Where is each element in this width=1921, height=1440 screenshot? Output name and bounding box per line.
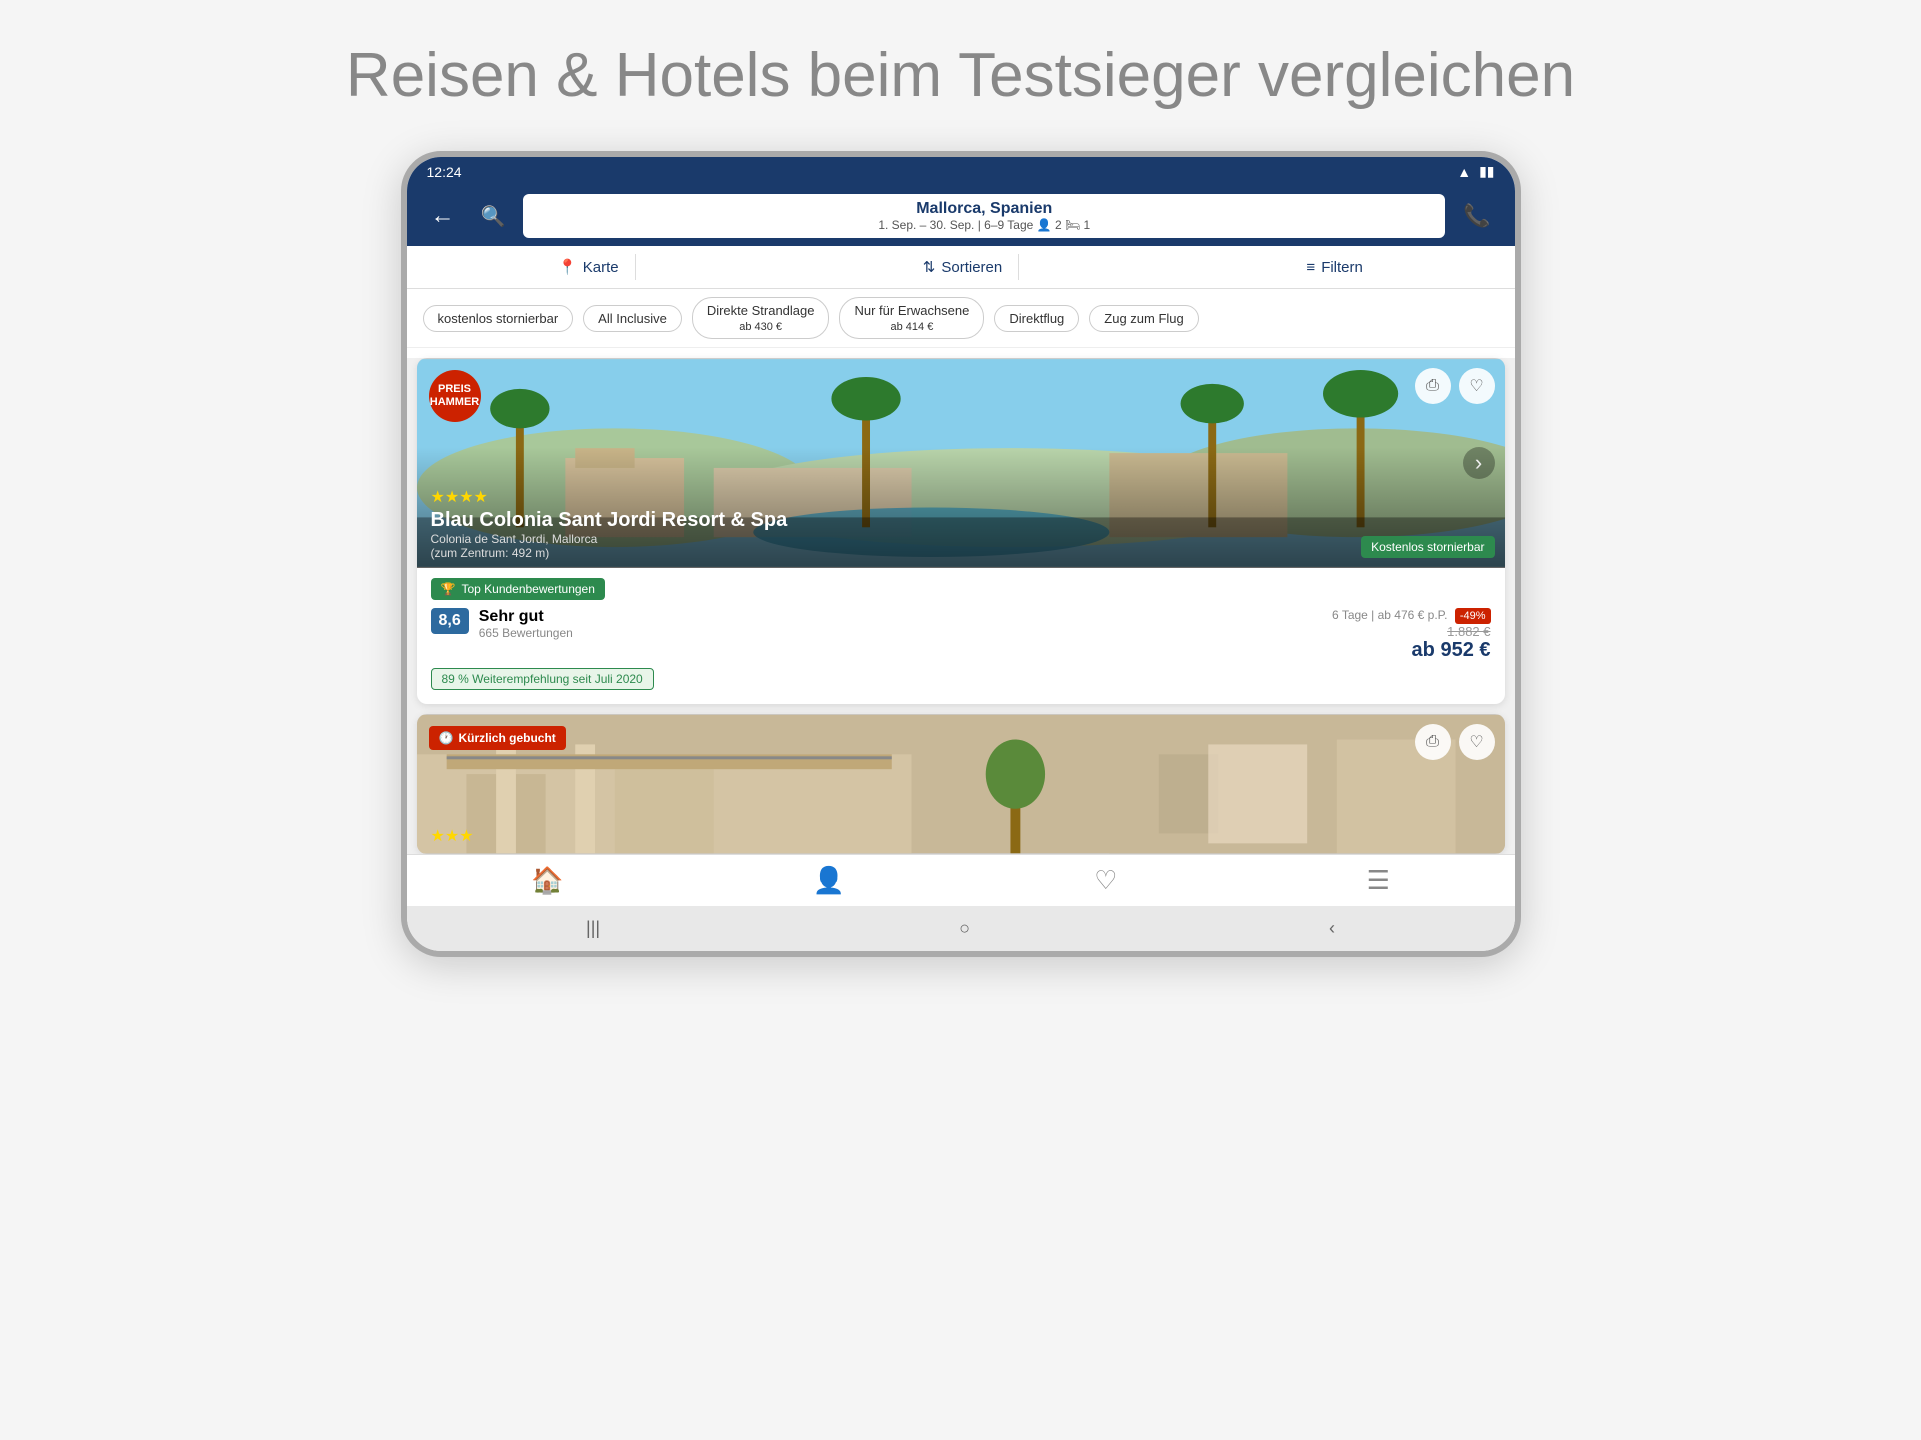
status-time: 12:24 [427,164,462,180]
hotel-actions-1: ⎙ ♡ [1415,368,1495,404]
preis-hammer-badge: PREISHAMMER [429,370,481,422]
sort-icon: ⇅ [923,258,936,276]
top-award-label: Top Kundenbewertungen [461,582,594,596]
destination-selector[interactable]: Mallorca, Spanien 1. Sep. – 30. Sep. | 6… [523,194,1445,238]
nav-bar: ← 🔍 Mallorca, Spanien 1. Sep. – 30. Sep.… [407,186,1515,246]
hotel-name-1: Blau Colonia Sant Jordi Resort & Spa [431,509,1491,532]
destination-subtitle: 1. Sep. – 30. Sep. | 6–9 Tage 👤 2 🛏 1 [535,218,1433,232]
rating-label-1: Sehr gut [479,608,544,625]
quick-filter-zug[interactable]: Zug zum Flug [1089,305,1198,332]
rating-left-1: 8,6 Sehr gut 665 Bewertungen [431,608,573,640]
status-bar: 12:24 ▲ ▮▮ [407,157,1515,186]
favorite-button-1[interactable]: ♡ [1459,368,1495,404]
price-days-1: 6 Tage | ab 476 € p.P. -49% [1332,608,1490,622]
quick-filter-stornierbar[interactable]: kostenlos stornierbar [423,305,574,332]
destination-title: Mallorca, Spanien [535,200,1433,218]
kurzlich-label: Kürzlich gebucht [458,731,555,745]
map-label: Karte [583,259,619,276]
new-price-1: ab 952 € [1332,639,1490,662]
trophy-icon: 🏆 [441,582,456,596]
sort-filter[interactable]: ⇅ Sortieren [907,254,1019,280]
rating-row-1: 8,6 Sehr gut 665 Bewertungen 6 Tage | ab… [431,608,1491,662]
hotel-image-1: PREISHAMMER ⎙ ♡ › ★★★★ Blau Colonia Sant… [417,358,1505,568]
status-icons: ▲ ▮▮ [1457,163,1494,180]
page-headline: Reisen & Hotels beim Testsieger vergleic… [346,40,1575,111]
share-button-2[interactable]: ⎙ [1415,724,1451,760]
android-home-button[interactable]: ○ [959,918,970,939]
home-icon: 🏠 [531,865,563,896]
hotel-actions-2: ⎙ ♡ [1415,724,1495,760]
filter-label: Filtern [1321,259,1363,276]
android-recent-button[interactable]: ||| [586,918,600,939]
share-button-1[interactable]: ⎙ [1415,368,1451,404]
filter-icon: ≡ [1306,259,1315,276]
bottom-nav-account[interactable]: 👤 [813,865,845,896]
old-price-1: 1.882 € [1332,624,1490,639]
back-button[interactable]: ← [423,198,463,234]
hotel-stars-1: ★★★★ [431,487,1491,507]
kurzlich-badge-2: 🕐 Kürzlich gebucht [429,726,566,750]
heart-icon: ♡ [1094,865,1117,896]
rating-score-1: 8,6 [431,608,469,634]
recommendation-badge-1: 89 % Weiterempfehlung seit Juli 2020 [431,668,654,690]
hotel-card-2[interactable]: 🕐 Kürzlich gebucht ⎙ ♡ ★★★ [417,714,1505,854]
hotel-image-label-1: ★★★★ Blau Colonia Sant Jordi Resort & Sp… [417,447,1505,568]
bottom-nav-home[interactable]: 🏠 [531,865,563,896]
quick-filter-all-inclusive[interactable]: All Inclusive [583,305,682,332]
stornierbar-badge-1: Kostenlos stornierbar [1361,536,1494,558]
quick-filter-direktflug[interactable]: Direktflug [994,305,1079,332]
android-back-button[interactable]: ‹ [1329,918,1335,939]
phone-icon[interactable]: 📞 [1455,199,1498,233]
hotel-card-1[interactable]: PREISHAMMER ⎙ ♡ › ★★★★ Blau Colonia Sant… [417,358,1505,704]
hotel-location-sub-1: (zum Zentrum: 492 m) [431,546,1491,560]
map-icon: 📍 [558,258,577,276]
quick-filter-strandlage[interactable]: Direkte Strandlageab 430 € [692,297,830,339]
bottom-nav: 🏠 👤 ♡ ☰ [407,854,1515,906]
account-icon: 👤 [813,865,845,896]
tablet-frame: 12:24 ▲ ▮▮ ← 🔍 Mallorca, Spanien 1. Sep.… [401,151,1521,957]
rating-text-1: Sehr gut 665 Bewertungen [479,608,573,640]
hotel-card-body-1: 🏆 Top Kundenbewertungen 8,6 Sehr gut 665… [417,568,1505,704]
battery-icon: ▮▮ [1479,163,1494,180]
hotel-location-1: Colonia de Sant Jordi, Mallorca [431,532,1491,546]
favorite-button-2[interactable]: ♡ [1459,724,1495,760]
clock-icon: 🕐 [439,731,454,745]
rating-count-1: 665 Bewertungen [479,626,573,640]
rating-right-1: 6 Tage | ab 476 € p.P. -49% 1.882 € ab 9… [1332,608,1490,662]
top-award-badge: 🏆 Top Kundenbewertungen [431,578,605,600]
menu-icon: ☰ [1367,865,1390,896]
android-nav: ||| ○ ‹ [407,906,1515,951]
wifi-icon: ▲ [1457,164,1471,180]
map-filter[interactable]: 📍 Karte [542,254,636,280]
quick-filters: kostenlos stornierbar All Inclusive Dire… [407,289,1515,348]
discount-badge-1: -49% [1455,608,1491,624]
hotel-list: PREISHAMMER ⎙ ♡ › ★★★★ Blau Colonia Sant… [407,358,1515,854]
hotel-photo-2 [417,714,1505,854]
hotel-stars-2: ★★★ [431,826,474,846]
bottom-nav-menu[interactable]: ☰ [1367,865,1390,896]
search-icon[interactable]: 🔍 [473,200,514,233]
quick-filter-erwachsene[interactable]: Nur für Erwachseneab 414 € [839,297,984,339]
hotel-image-2: 🕐 Kürzlich gebucht ⎙ ♡ ★★★ [417,714,1505,854]
sort-label: Sortieren [941,259,1002,276]
filter-button[interactable]: ≡ Filtern [1290,255,1378,280]
bottom-nav-favorites[interactable]: ♡ [1094,865,1117,896]
filter-bar: 📍 Karte ⇅ Sortieren ≡ Filtern [407,246,1515,289]
